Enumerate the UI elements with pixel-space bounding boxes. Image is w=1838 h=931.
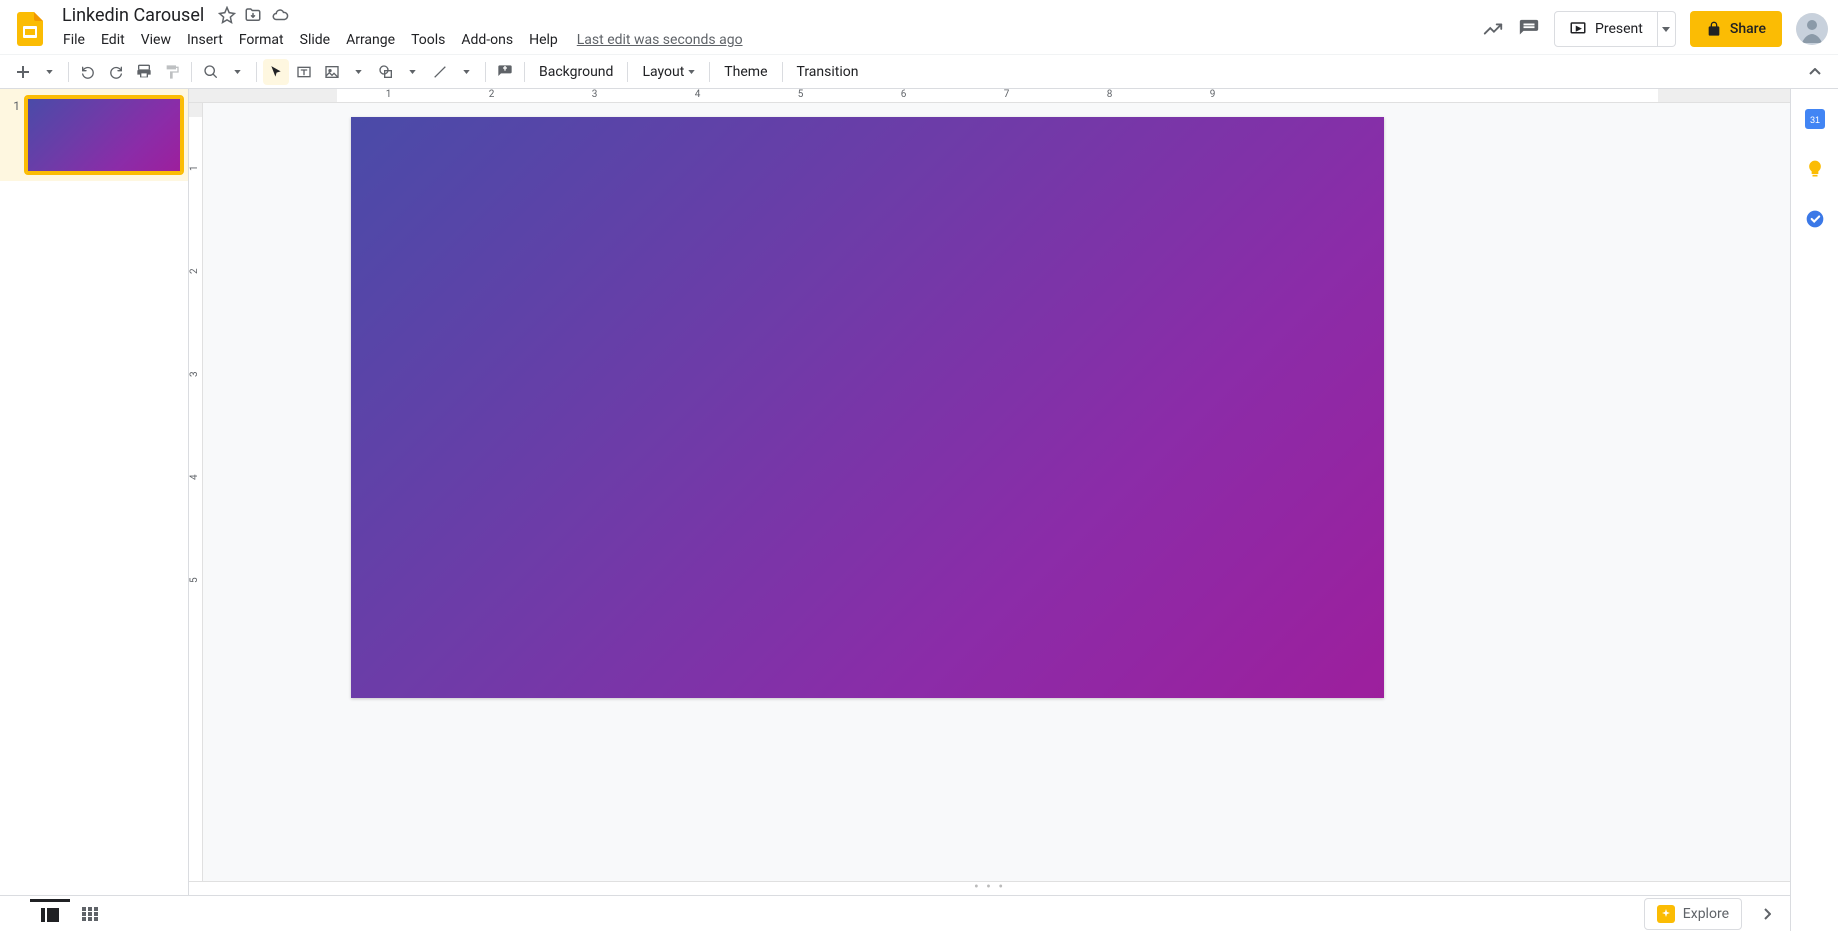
present-label: Present (1595, 21, 1643, 37)
notes-splitter[interactable]: • • • (189, 881, 1790, 891)
explore-label: Explore (1683, 906, 1729, 922)
menu-bar: File Edit View Insert Format Slide Arran… (56, 26, 1482, 54)
menu-file[interactable]: File (56, 28, 92, 52)
new-slide-button[interactable] (10, 59, 36, 85)
activity-icon[interactable] (1482, 18, 1504, 40)
explore-icon (1657, 905, 1675, 923)
keep-addon-icon[interactable] (1805, 159, 1825, 179)
insert-comment-button[interactable] (492, 59, 518, 85)
tasks-addon-icon[interactable] (1805, 209, 1825, 229)
editor-area: 123456789 12345 • • • Click to add speak… (189, 89, 1790, 931)
background-button[interactable]: Background (531, 59, 621, 85)
star-icon[interactable] (218, 6, 236, 24)
vertical-ruler[interactable]: 12345 (189, 103, 203, 881)
cloud-status-icon[interactable] (270, 6, 290, 24)
shape-tool[interactable] (373, 59, 399, 85)
user-avatar[interactable] (1796, 13, 1828, 45)
redo-button[interactable] (103, 59, 129, 85)
grid-view-button[interactable] (70, 899, 110, 929)
menu-edit[interactable]: Edit (94, 28, 132, 52)
comments-icon[interactable] (1518, 18, 1540, 40)
calendar-addon-icon[interactable]: 31 (1805, 109, 1825, 129)
menu-format[interactable]: Format (232, 28, 291, 52)
present-dropdown[interactable] (1658, 11, 1676, 47)
app-header: Linkedin Carousel File Edit View Insert … (0, 0, 1838, 54)
zoom-dropdown[interactable] (224, 59, 250, 85)
menu-view[interactable]: View (134, 28, 178, 52)
textbox-tool[interactable] (291, 59, 317, 85)
svg-text:31: 31 (1809, 115, 1819, 125)
menu-tools[interactable]: Tools (404, 28, 452, 52)
canvas-viewport[interactable] (203, 103, 1790, 881)
menu-arrange[interactable]: Arrange (339, 28, 402, 52)
menu-slide[interactable]: Slide (293, 28, 337, 52)
collapse-toolbar-button[interactable] (1802, 59, 1828, 85)
main-area: 1 123456789 12345 • • • Clic (0, 89, 1838, 931)
print-button[interactable] (131, 59, 157, 85)
paint-format-button[interactable] (159, 59, 185, 85)
zoom-button[interactable] (198, 59, 224, 85)
share-label: Share (1730, 21, 1766, 37)
slide-thumbnail[interactable] (26, 97, 182, 173)
filmstrip-view-button[interactable] (30, 899, 70, 929)
shape-dropdown[interactable] (399, 59, 425, 85)
view-toggle (30, 899, 110, 929)
menu-insert[interactable]: Insert (180, 28, 230, 52)
side-panel: 31 (1790, 89, 1838, 931)
slide-number: 1 (6, 97, 26, 173)
new-slide-dropdown[interactable] (36, 59, 62, 85)
slide-canvas[interactable] (351, 117, 1384, 698)
undo-button[interactable] (75, 59, 101, 85)
explore-button[interactable]: Explore (1644, 898, 1742, 930)
line-dropdown[interactable] (453, 59, 479, 85)
image-tool[interactable] (319, 59, 345, 85)
share-button[interactable]: Share (1690, 11, 1782, 47)
line-tool[interactable] (427, 59, 453, 85)
drag-dots-icon: • • • (974, 884, 1005, 890)
header-actions: Present Share (1482, 11, 1828, 47)
transition-button[interactable]: Transition (789, 59, 867, 85)
layout-button[interactable]: Layout (634, 59, 703, 85)
slides-logo[interactable] (10, 9, 50, 49)
move-folder-icon[interactable] (244, 6, 262, 24)
select-tool[interactable] (263, 59, 289, 85)
title-area: Linkedin Carousel File Edit View Insert … (56, 4, 1482, 54)
toolbar: Background Layout Theme Transition (0, 54, 1838, 89)
present-button[interactable]: Present (1554, 11, 1658, 47)
image-dropdown[interactable] (345, 59, 371, 85)
slide-thumb-wrap: 1 (0, 89, 188, 181)
last-edit-link[interactable]: Last edit was seconds ago (577, 32, 743, 48)
horizontal-ruler[interactable]: 123456789 (189, 89, 1790, 103)
document-title[interactable]: Linkedin Carousel (56, 3, 210, 28)
expand-sidepanel-button[interactable] (1752, 899, 1782, 929)
menu-help[interactable]: Help (522, 28, 565, 52)
theme-button[interactable]: Theme (716, 59, 775, 85)
menu-addons[interactable]: Add-ons (454, 28, 520, 52)
filmstrip[interactable]: 1 (0, 89, 189, 931)
footer: Explore (0, 895, 1790, 931)
